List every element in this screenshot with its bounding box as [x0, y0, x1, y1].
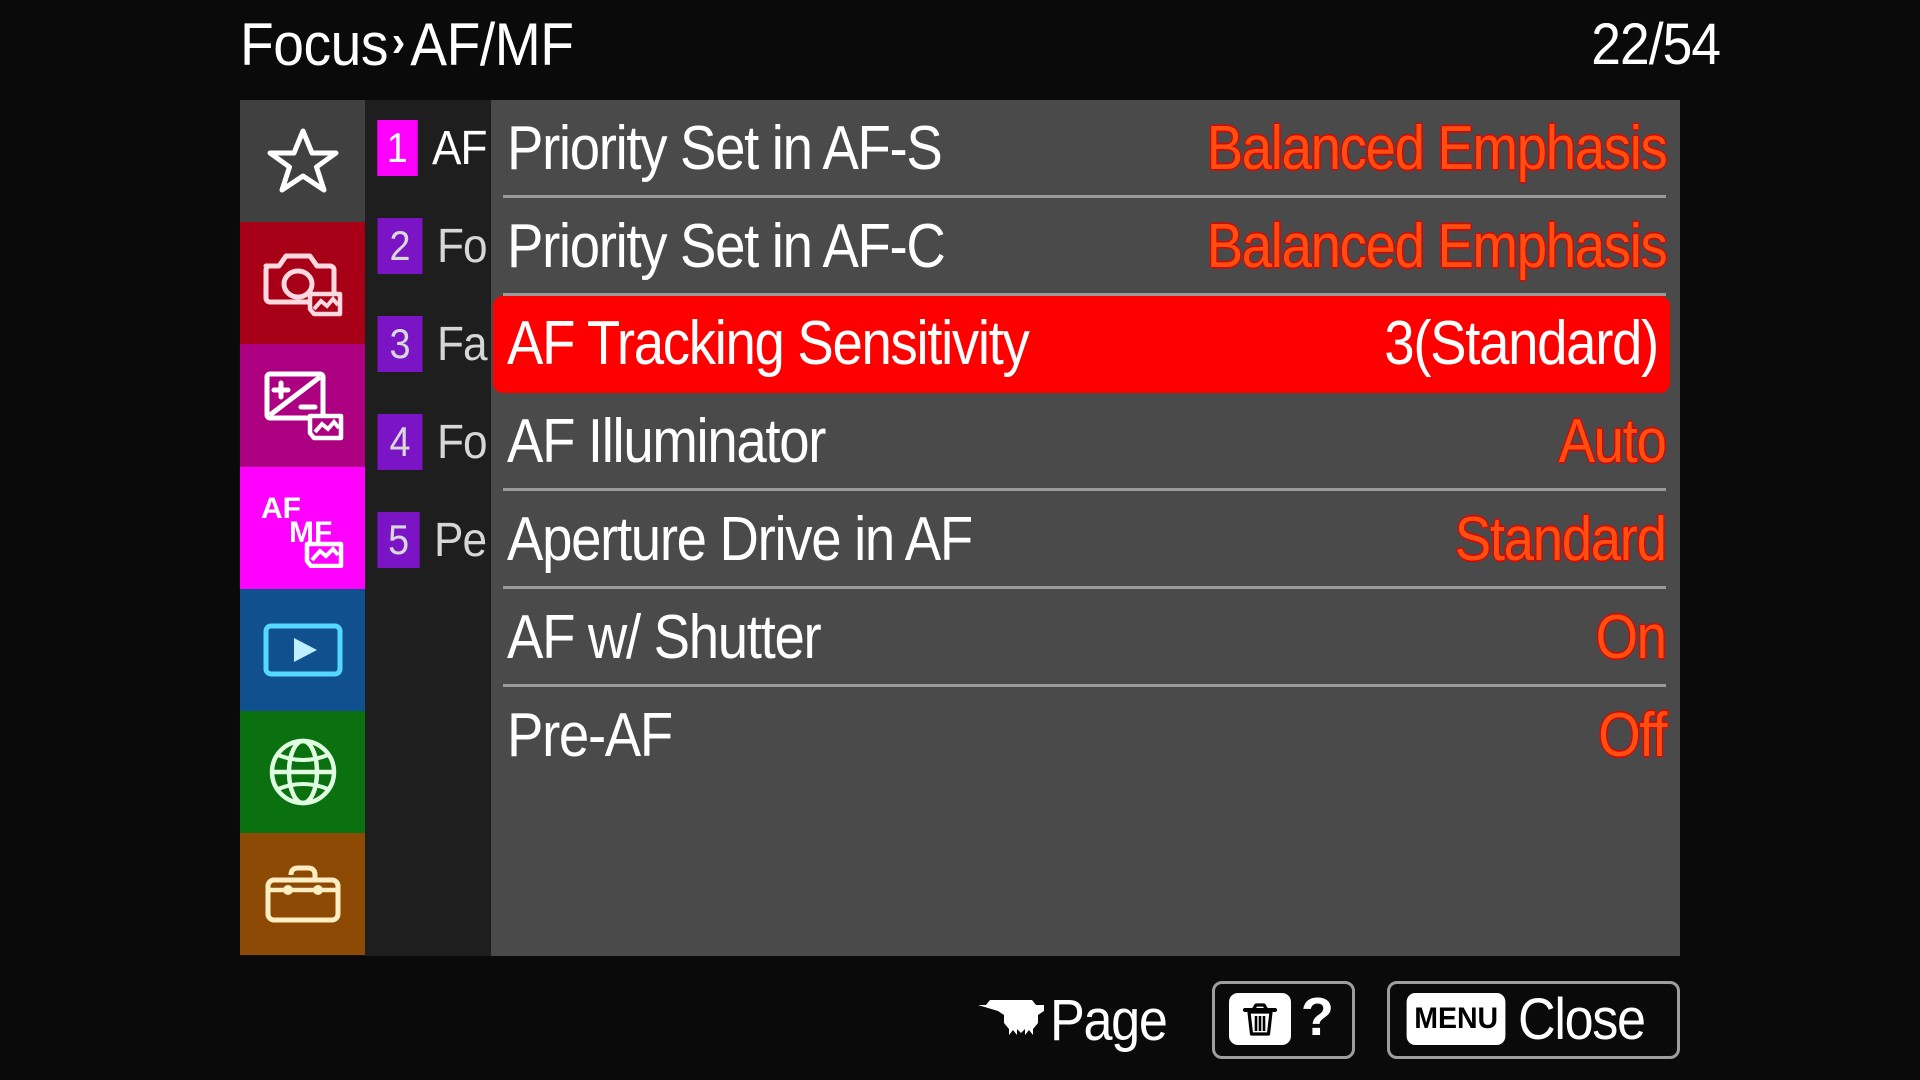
- tab-2[interactable]: 2 Fo: [365, 198, 491, 294]
- rail-item-my-menu[interactable]: [240, 100, 365, 223]
- table-row[interactable]: AF Illuminator Auto: [491, 393, 1680, 492]
- page-counter: 22/54: [1591, 11, 1721, 77]
- control-dial-icon: [976, 993, 1046, 1048]
- rail-item-network[interactable]: [240, 710, 365, 834]
- page-label: Page: [1050, 987, 1168, 1053]
- tab-5[interactable]: 5 Pe: [365, 492, 491, 588]
- table-row[interactable]: Pre-AF Off: [491, 687, 1680, 785]
- setting-value: 3(Standard): [1384, 309, 1659, 379]
- setting-value: Auto: [1559, 407, 1667, 477]
- tab-1-number: 1: [377, 120, 418, 176]
- footer-bar: Page ? MENU Close: [0, 960, 1920, 1080]
- table-row[interactable]: AF w/ Shutter On: [491, 589, 1680, 687]
- setting-value: Standard: [1455, 505, 1667, 575]
- close-button[interactable]: MENU Close: [1386, 981, 1680, 1059]
- tab-4-label: Fo: [436, 415, 488, 469]
- help-button[interactable]: ?: [1211, 981, 1355, 1059]
- breadcrumb: Focus › AF/MF: [240, 4, 574, 84]
- page-control[interactable]: Page: [976, 987, 1179, 1054]
- playback-icon: [261, 620, 345, 680]
- tab-4-number: 4: [377, 414, 423, 470]
- tab-2-label: Fo: [436, 219, 488, 273]
- menu-panel: AF MF 1 AF 2 Fo 3 Fa 4 Fo 5 Pe Priority …: [240, 100, 1680, 956]
- rail-item-playback[interactable]: [240, 588, 365, 711]
- setting-value: Balanced Emphasis: [1206, 113, 1667, 183]
- tab-1[interactable]: 1 AF: [365, 100, 491, 196]
- rail-item-af-mf[interactable]: AF MF: [240, 466, 365, 589]
- tab-3-number: 3: [377, 316, 423, 372]
- rail-item-shooting[interactable]: [240, 222, 365, 345]
- numbered-tab-column: 1 AF 2 Fo 3 Fa 4 Fo 5 Pe: [365, 100, 491, 956]
- globe-icon: [265, 734, 341, 810]
- setting-label: AF Tracking Sensitivity: [507, 309, 1030, 379]
- help-label: ?: [1300, 987, 1334, 1047]
- af-mf-icon: AF MF: [257, 488, 349, 568]
- exposure-icon: [260, 366, 346, 444]
- rail-item-exposure[interactable]: [240, 344, 365, 467]
- breadcrumb-root[interactable]: Focus: [240, 10, 388, 79]
- setting-label: Priority Set in AF-S: [507, 113, 943, 183]
- tab-2-number: 2: [377, 218, 423, 274]
- setting-label: Priority Set in AF-C: [507, 211, 946, 281]
- trash-icon: [1228, 993, 1291, 1045]
- tab-3[interactable]: 3 Fa: [365, 296, 491, 392]
- settings-list: Priority Set in AF-S Balanced Emphasis P…: [491, 100, 1680, 956]
- table-row[interactable]: Priority Set in AF-S Balanced Emphasis: [491, 100, 1680, 198]
- setting-label: AF Illuminator: [507, 407, 826, 477]
- tab-1-label: AF: [431, 121, 488, 175]
- star-icon: [266, 126, 340, 196]
- setting-value: Off: [1598, 700, 1667, 770]
- header-bar: Focus › AF/MF 22/54: [0, 0, 1920, 88]
- breadcrumb-separator-icon: ›: [391, 17, 405, 66]
- setting-label: Aperture Drive in AF: [507, 505, 973, 575]
- toolbox-icon: [261, 862, 345, 926]
- table-row-selected[interactable]: AF Tracking Sensitivity 3(Standard): [493, 295, 1670, 394]
- setting-label: AF w/ Shutter: [507, 602, 822, 672]
- tab-4[interactable]: 4 Fo: [365, 394, 491, 490]
- camera-icon: [260, 246, 346, 320]
- camera-menu-screen: Focus › AF/MF 22/54 AF MF 1 AF 2 Fo 3 Fa…: [0, 0, 1920, 1080]
- breadcrumb-current: AF/MF: [410, 10, 574, 78]
- rail-item-setup[interactable]: [240, 833, 365, 956]
- tab-5-label: Pe: [434, 513, 487, 567]
- close-label: Close: [1518, 986, 1646, 1052]
- table-row[interactable]: Priority Set in AF-C Balanced Emphasis: [491, 198, 1680, 296]
- tab-3-label: Fa: [436, 317, 488, 371]
- setting-value: On: [1595, 602, 1667, 672]
- setting-label: Pre-AF: [507, 700, 673, 770]
- menu-badge: MENU: [1406, 993, 1506, 1045]
- tab-5-number: 5: [377, 512, 420, 568]
- table-row[interactable]: Aperture Drive in AF Standard: [491, 491, 1680, 589]
- category-icon-rail: AF MF: [240, 100, 365, 956]
- setting-value: Balanced Emphasis: [1206, 211, 1667, 281]
